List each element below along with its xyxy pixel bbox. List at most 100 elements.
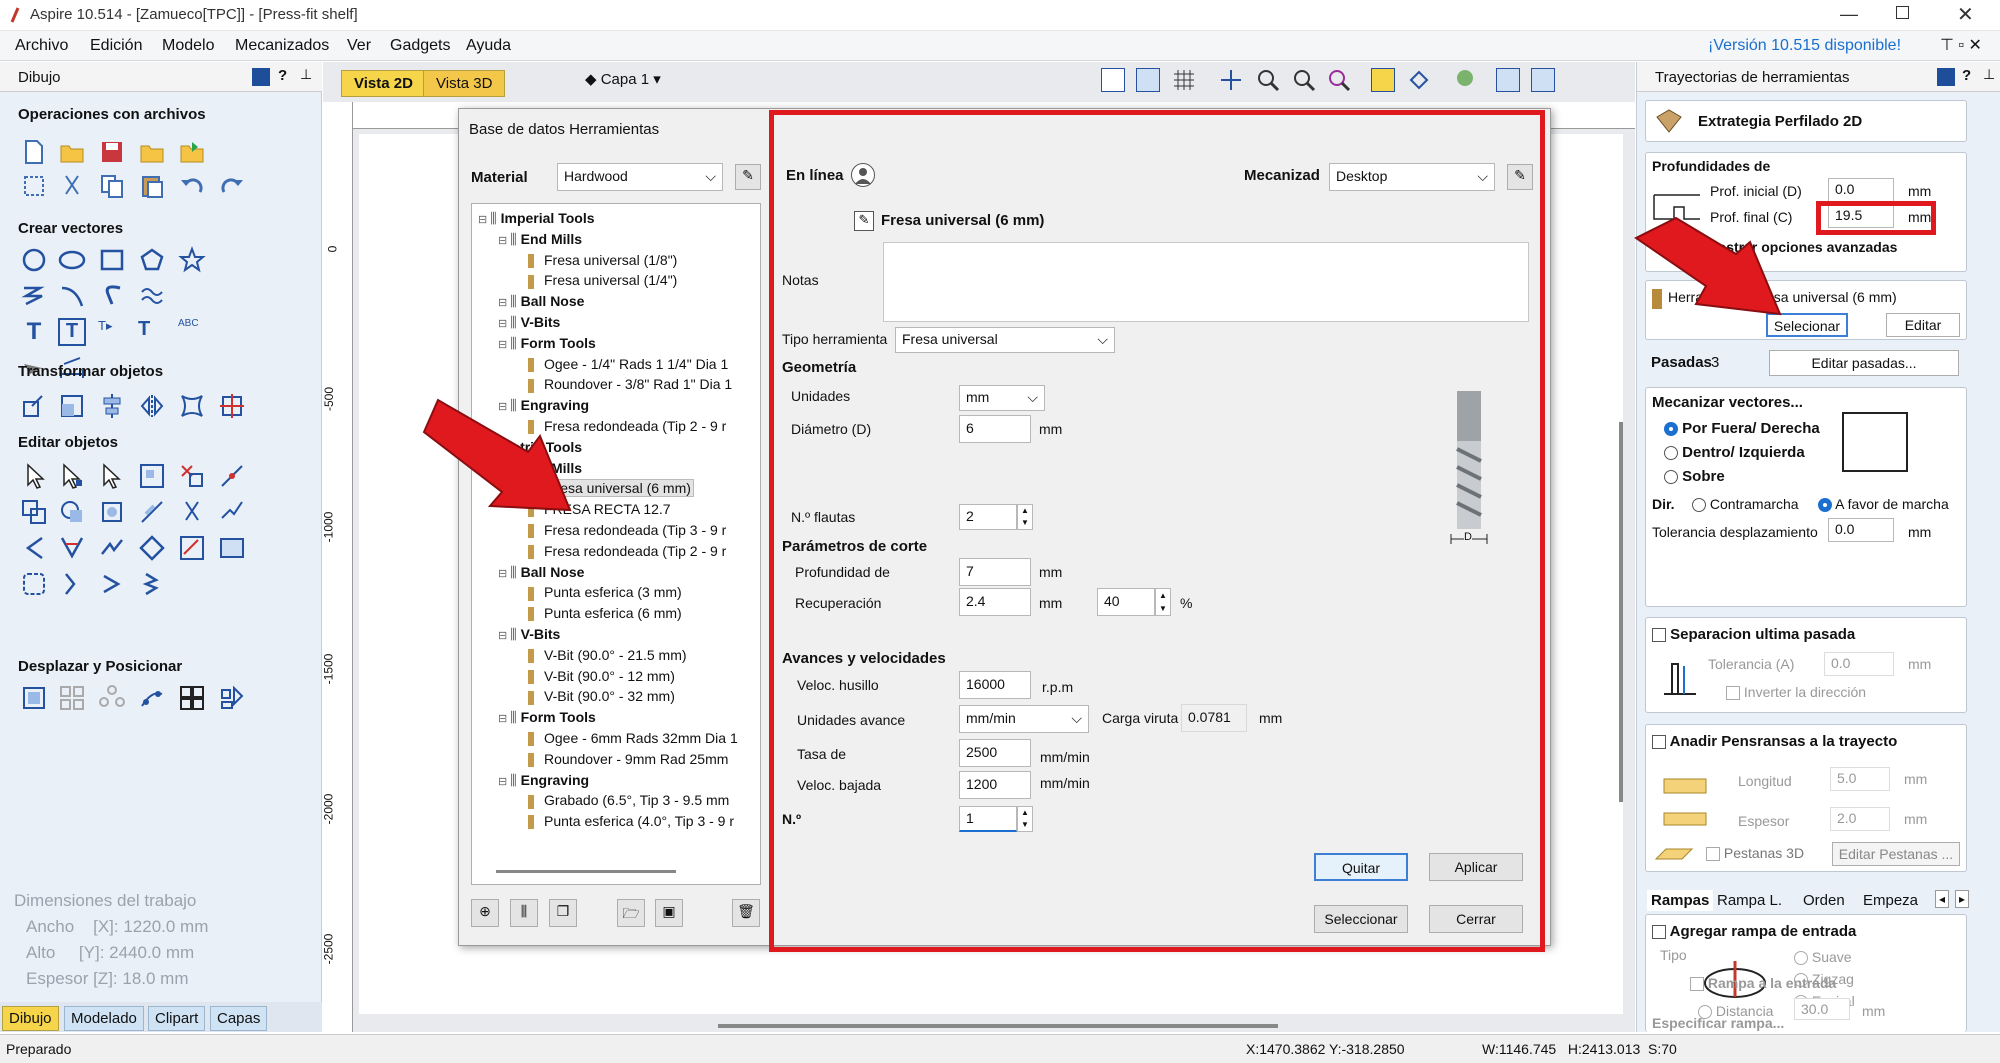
import-icon[interactable]: [178, 138, 206, 166]
radio-inside[interactable]: [1664, 446, 1678, 461]
circle-icon[interactable]: [20, 246, 48, 274]
spline-icon[interactable]: [98, 282, 126, 310]
tabs-3d-option[interactable]: Pestanas 3D: [1706, 845, 1804, 862]
image-trace-icon[interactable]: [218, 534, 246, 562]
mdi-controls[interactable]: ⊤ ▫ ✕: [1940, 35, 1982, 55]
nesting-grid-icon[interactable]: [178, 684, 206, 712]
tree-tool-item[interactable]: Roundover - 9mm Rad 25mm: [528, 751, 728, 768]
tree-group[interactable]: ⊟ ⫼ Form Tools: [498, 709, 596, 726]
expand-toggle-icon[interactable]: ⊟: [498, 235, 510, 247]
help-icon[interactable]: ?: [1962, 67, 1971, 84]
option-outside[interactable]: Por Fuera/ Derecha: [1664, 420, 1820, 437]
allowance-input[interactable]: 0.0: [1824, 652, 1894, 676]
tree-tool-item[interactable]: Ogee - 1/4" Rads 1 1/4" Dia 1: [528, 356, 728, 372]
zoom-in-icon[interactable]: [1256, 68, 1280, 92]
pushpin-icon[interactable]: ⊥: [300, 66, 312, 83]
job-setup-icon[interactable]: [20, 172, 48, 200]
ungroup-icon[interactable]: [178, 462, 206, 490]
tree-tool-item[interactable]: V-Bit (90.0° - 12 mm): [528, 668, 675, 684]
save-tools-button[interactable]: ▣: [655, 899, 683, 927]
tab-capas[interactable]: Capas: [210, 1006, 268, 1031]
bracket-right-icon[interactable]: [58, 570, 86, 598]
set-anchor-icon[interactable]: [218, 392, 246, 420]
copy-tool-button[interactable]: ❐: [549, 899, 577, 927]
add-tool-button[interactable]: ⊕: [471, 899, 499, 927]
wave-right-icon[interactable]: [138, 570, 166, 598]
undo-icon[interactable]: [178, 172, 206, 200]
tree-group[interactable]: ⊟ ⫼ V-Bits: [498, 314, 560, 331]
ramp-distance-option[interactable]: Distancia: [1698, 1003, 1773, 1020]
option-conventional[interactable]: Contramarcha: [1692, 496, 1799, 513]
zoom-out-icon[interactable]: [1292, 68, 1316, 92]
fillet-icon[interactable]: [138, 498, 166, 526]
expand-toggle-icon[interactable]: ⊟: [498, 630, 510, 642]
tab-order[interactable]: Orden: [1803, 892, 1845, 909]
edit-tabs-button[interactable]: Editar Pestanas ...: [1832, 842, 1960, 866]
tabs-option[interactable]: Anadir Pensransas a la trayecto: [1652, 733, 1897, 750]
tree-group[interactable]: ⊟ ⫼ Imperial Tools: [478, 210, 595, 227]
expand-toggle-icon[interactable]: ⊟: [478, 214, 490, 226]
select-arrow-icon[interactable]: [20, 462, 48, 490]
radio-conventional[interactable]: [1692, 498, 1706, 513]
text-icon[interactable]: T: [20, 318, 48, 346]
radio-on[interactable]: [1664, 470, 1678, 485]
ellipse-icon[interactable]: [58, 246, 86, 274]
tree-scrollbar[interactable]: [496, 870, 676, 873]
dogbone-icon[interactable]: [98, 534, 126, 562]
radio-distance[interactable]: [1698, 1005, 1712, 1020]
update-notice-link[interactable]: ¡Versión 10.515 disponible!: [1708, 37, 1901, 55]
last-pass-option[interactable]: Separacion ultima pasada: [1652, 626, 1855, 643]
menu-archivo[interactable]: Archivo: [15, 37, 68, 55]
copy-along-vector-icon[interactable]: [138, 684, 166, 712]
auto-layout-text-icon[interactable]: T: [138, 318, 166, 346]
tabs-checkbox[interactable]: [1652, 735, 1666, 750]
restore-button[interactable]: [1896, 6, 1909, 19]
mirror-icon[interactable]: [138, 392, 166, 420]
ramp-entry-option[interactable]: Rampa a la entrada: [1690, 975, 1836, 992]
menu-modelo[interactable]: Modelo: [162, 37, 214, 55]
tabs-scroll-left-icon[interactable]: ◂: [1935, 890, 1950, 908]
zoom-all-icon[interactable]: [1136, 68, 1160, 92]
fit-objects-icon[interactable]: [20, 684, 48, 712]
tree-tool-item[interactable]: Punta esferica (3 mm): [528, 584, 682, 601]
chamfer-icon[interactable]: [58, 534, 86, 562]
menu-edicion[interactable]: Edición: [90, 37, 142, 55]
star-icon[interactable]: [178, 246, 206, 274]
tab-ramps[interactable]: Rampas: [1647, 890, 1714, 911]
tab-thickness-input[interactable]: 2.0: [1830, 807, 1890, 831]
radio-climb[interactable]: [1818, 498, 1832, 513]
extend-icon[interactable]: [20, 534, 48, 562]
layout-split-icon[interactable]: [1531, 68, 1555, 92]
text-block-icon[interactable]: T: [58, 318, 86, 346]
menu-gadgets[interactable]: Gadgets: [390, 37, 450, 55]
tree-tool-item[interactable]: Roundover - 3/8" Rad 1" Dia 1: [528, 376, 732, 393]
reverse-direction-checkbox[interactable]: [1726, 686, 1740, 701]
pan-icon[interactable]: [1219, 68, 1243, 92]
tree-group[interactable]: ⊟ ⫼ Ball Nose: [498, 293, 584, 310]
material-select[interactable]: Hardwood ⌵: [557, 163, 723, 191]
tree-group[interactable]: ⊟ ⫼ End Mills: [498, 231, 582, 248]
tab-clipart[interactable]: Clipart: [148, 1006, 206, 1031]
offset-curves-icon[interactable]: [138, 282, 166, 310]
array-copy-icon[interactable]: [58, 684, 86, 712]
node-edit-icon[interactable]: [58, 462, 86, 490]
interactive-select-icon[interactable]: [98, 462, 126, 490]
ramp-distance-input[interactable]: 30.0: [1794, 998, 1850, 1020]
tree-tool-item[interactable]: Fresa universal (1/8"): [528, 252, 677, 268]
help-icon[interactable]: ?: [278, 67, 287, 84]
scale-icon[interactable]: [58, 392, 86, 420]
menu-ver[interactable]: Ver: [347, 37, 371, 55]
pin-panel-icon[interactable]: [1937, 68, 1955, 86]
tree-tool-item[interactable]: V-Bit (90.0° - 32 mm): [528, 688, 675, 705]
tree-group[interactable]: ⊟ ⫼ Engraving: [498, 772, 589, 789]
last-pass-checkbox[interactable]: [1652, 628, 1666, 643]
tool-tree[interactable]: ⊟ ⫼ Imperial Tools ⊟ ⫼ End Mills Fresa uni…: [471, 203, 761, 885]
expand-toggle-icon[interactable]: ⊟: [498, 568, 510, 580]
curve-icon[interactable]: [58, 282, 86, 310]
abc-text-icon[interactable]: ABC: [178, 318, 206, 346]
tree-group[interactable]: ⊟ ⫼ V-Bits: [498, 626, 560, 643]
snap-options-icon[interactable]: [1407, 68, 1431, 92]
expand-toggle-icon[interactable]: ⊟: [498, 339, 510, 351]
start-depth-input[interactable]: 0.0: [1828, 178, 1894, 202]
edit-tool-button[interactable]: Editar: [1886, 313, 1960, 337]
